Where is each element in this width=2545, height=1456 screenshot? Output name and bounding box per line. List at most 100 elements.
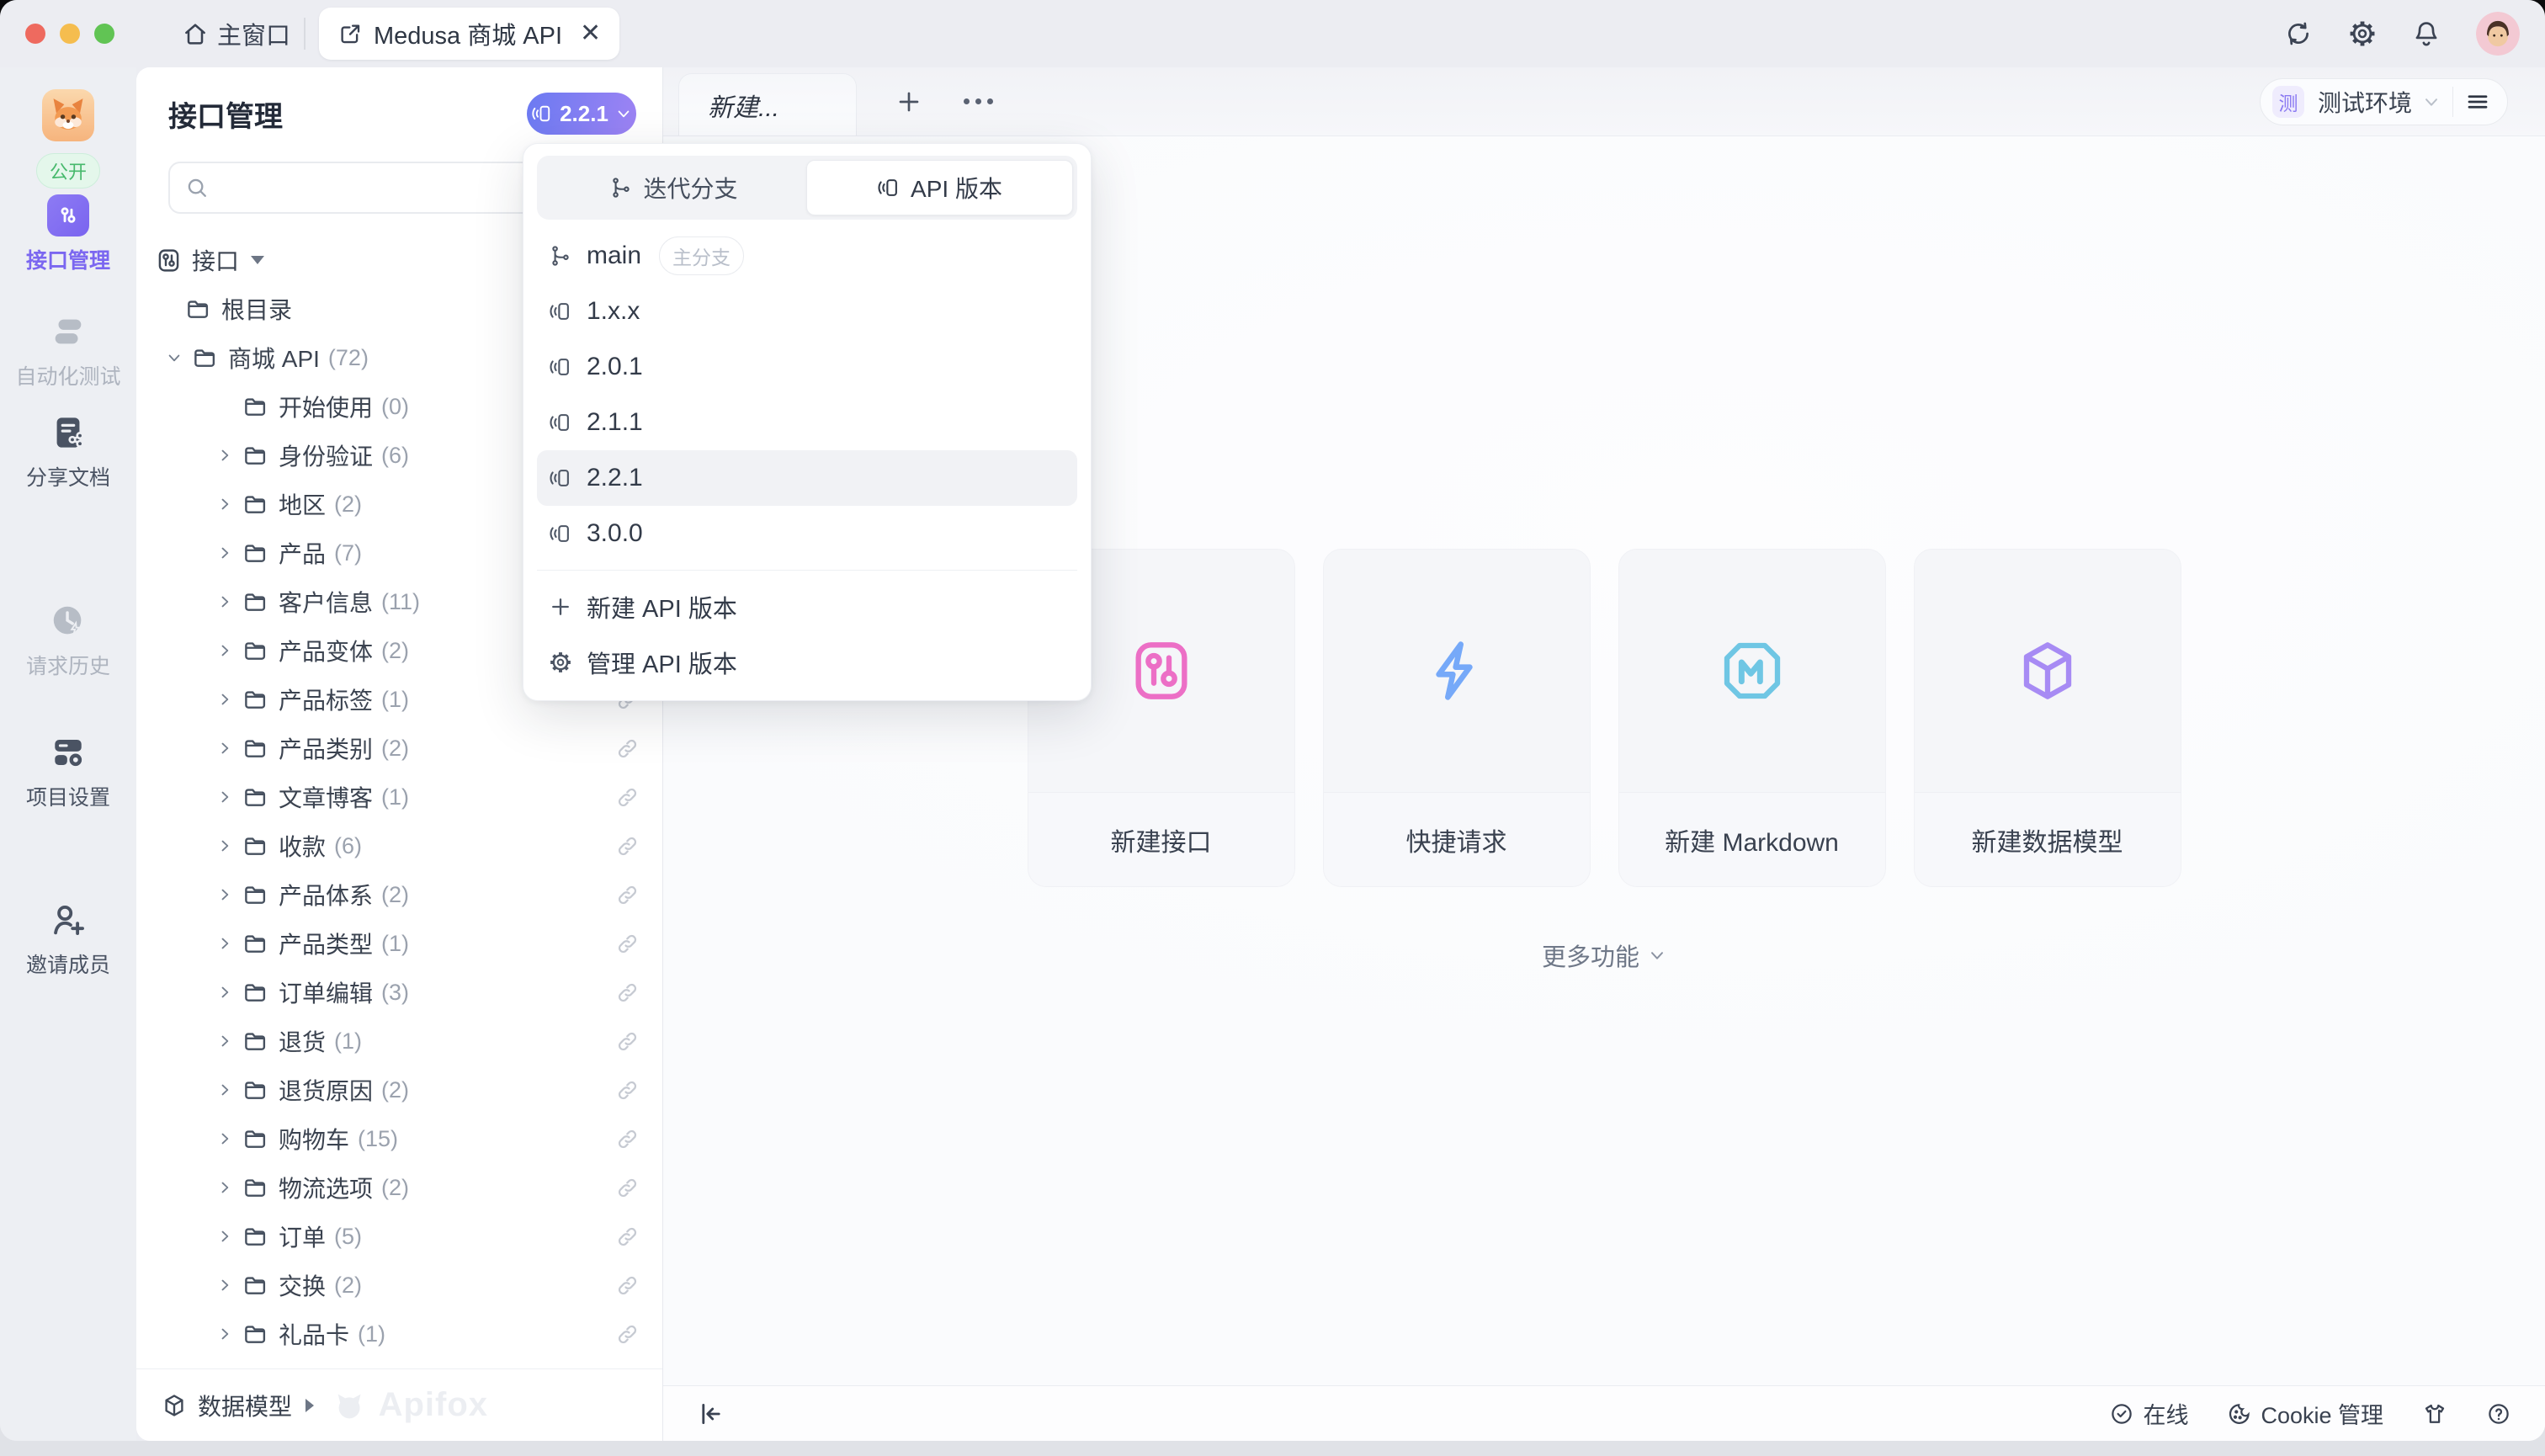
tree-folder[interactable]: 物流选项 (2) — [136, 1163, 662, 1212]
chevron-right-icon[interactable] — [212, 1033, 237, 1049]
link-icon[interactable] — [616, 737, 639, 760]
chevron-right-icon[interactable] — [212, 1081, 237, 1098]
link-icon[interactable] — [616, 1177, 639, 1199]
tab-main-window[interactable]: 主窗口 — [182, 16, 290, 51]
link-icon[interactable] — [616, 933, 639, 955]
folder-icon — [242, 394, 268, 419]
chevron-right-icon[interactable] — [212, 691, 237, 708]
version-item[interactable]: 3.0.0 — [537, 506, 1077, 561]
chevron-right-icon[interactable] — [212, 886, 237, 903]
caret-down-icon — [251, 256, 264, 264]
tree-folder[interactable]: 产品类别 (2) — [136, 724, 662, 773]
chevron-right-icon[interactable] — [212, 447, 237, 464]
link-icon[interactable] — [616, 1030, 639, 1053]
link-icon[interactable] — [616, 786, 639, 809]
cube-icon — [162, 1393, 187, 1418]
link-icon[interactable] — [616, 1225, 639, 1248]
chevron-right-icon[interactable] — [212, 545, 237, 561]
link-icon[interactable] — [616, 1128, 639, 1150]
gear-icon[interactable] — [2348, 19, 2377, 48]
link-icon[interactable] — [616, 1274, 639, 1297]
sidebar-item-invite-members[interactable]: 邀请成员 — [0, 898, 136, 979]
chevron-right-icon[interactable] — [212, 1277, 237, 1294]
version-item[interactable]: 2.0.1 — [537, 339, 1077, 395]
sidebar-item-request-history[interactable]: 请求历史 — [0, 599, 136, 680]
home-icon — [182, 20, 209, 47]
version-item[interactable]: 2.1.1 — [537, 395, 1077, 450]
environment-selector[interactable]: 测 测试环境 — [2260, 78, 2508, 125]
collapse-sidebar-icon[interactable] — [697, 1400, 725, 1428]
chevron-right-icon[interactable] — [212, 1228, 237, 1245]
bell-icon[interactable] — [2412, 19, 2441, 48]
help-button[interactable] — [2486, 1401, 2511, 1427]
version-item-selected[interactable]: 2.2.1 — [537, 450, 1077, 506]
tree-folder[interactable]: 收款 (6) — [136, 821, 662, 870]
sidebar-item-share-docs[interactable]: 分享文档 — [0, 411, 136, 492]
chevron-right-icon[interactable] — [212, 837, 237, 854]
theme-button[interactable] — [2422, 1401, 2447, 1427]
tab-more-button[interactable] — [961, 85, 995, 119]
chevron-right-icon[interactable] — [212, 1179, 237, 1196]
online-status[interactable]: 在线 — [2109, 1397, 2188, 1430]
manage-api-version-button[interactable]: 管理 API 版本 — [537, 635, 1077, 690]
env-menu-button[interactable] — [2453, 89, 2502, 114]
tree-folder[interactable]: 文章博客 (1) — [136, 773, 662, 821]
tab-strip: 新建... 测 测试环境 — [663, 67, 2545, 136]
close-window-button[interactable] — [25, 24, 45, 44]
chevron-right-icon[interactable] — [212, 935, 237, 952]
tab-project-medusa[interactable]: Medusa 商城 API ✕ — [319, 8, 619, 60]
sidebar-item-label: 邀请成员 — [26, 949, 110, 979]
sidebar-item-api-management[interactable]: 接口管理 — [0, 194, 136, 274]
tree-folder[interactable]: 退货 (1) — [136, 1017, 662, 1065]
folder-icon — [242, 1175, 268, 1200]
avatar[interactable] — [2476, 12, 2520, 56]
chevron-right-icon[interactable] — [212, 1326, 237, 1342]
minimize-window-button[interactable] — [60, 24, 80, 44]
version-item[interactable]: 1.x.x — [537, 284, 1077, 339]
refresh-icon[interactable] — [2284, 19, 2313, 48]
link-icon[interactable] — [616, 981, 639, 1004]
chevron-right-icon[interactable] — [212, 984, 237, 1001]
chevron-right-icon[interactable] — [212, 496, 237, 513]
tree-folder[interactable]: 产品体系 (2) — [136, 870, 662, 919]
card-new-markdown[interactable]: 新建 Markdown — [1618, 549, 1886, 887]
branch-item-main[interactable]: main 主分支 — [537, 228, 1077, 284]
link-icon[interactable] — [616, 884, 639, 906]
new-api-version-button[interactable]: 新建 API 版本 — [537, 579, 1077, 635]
divider — [537, 570, 1077, 571]
sidebar-item-automated-testing[interactable]: 自动化测试 — [0, 310, 136, 391]
tab-new-unsaved[interactable]: 新建... — [678, 73, 857, 136]
card-quick-request[interactable]: 快捷请求 — [1323, 549, 1591, 887]
cookie-manager-button[interactable]: Cookie 管理 — [2227, 1397, 2383, 1430]
chevron-right-icon[interactable] — [212, 740, 237, 757]
tab-iteration-branch[interactable]: 迭代分支 — [541, 160, 806, 215]
chevron-right-icon[interactable] — [212, 642, 237, 659]
tree-folder[interactable]: 产品类型 (1) — [136, 919, 662, 968]
chevron-right-icon[interactable] — [212, 789, 237, 805]
icon-rail: 公开 接口管理 自动化测试 分享文档 请求历史 项目设置 邀请成员 — [0, 67, 136, 1441]
link-icon[interactable] — [616, 1323, 639, 1346]
add-tab-button[interactable] — [892, 85, 926, 119]
tree-folder[interactable]: 订单编辑 (3) — [136, 968, 662, 1017]
data-model-section[interactable]: 数据模型 Apifox — [136, 1368, 662, 1441]
close-tab-icon[interactable]: ✕ — [580, 21, 601, 46]
tree-folder[interactable]: 订单 (5) — [136, 1212, 662, 1261]
tree-folder[interactable]: 交换 (2) — [136, 1261, 662, 1310]
sidebar-item-project-settings[interactable]: 项目设置 — [0, 731, 136, 811]
card-new-data-model[interactable]: 新建数据模型 — [1914, 549, 2181, 887]
version-selector-button[interactable]: 2.2.1 — [527, 93, 636, 135]
more-features-button[interactable]: 更多功能 — [663, 938, 2545, 973]
folder-icon — [242, 687, 268, 712]
version-icon — [531, 103, 553, 125]
tree-folder[interactable]: 礼品卡 (1) — [136, 1310, 662, 1358]
tree-folder[interactable]: 退货原因 (2) — [136, 1065, 662, 1114]
tree-folder[interactable]: 购物车 (15) — [136, 1114, 662, 1163]
zoom-window-button[interactable] — [94, 24, 114, 44]
link-icon[interactable] — [616, 1079, 639, 1102]
chevron-right-icon[interactable] — [212, 593, 237, 610]
chevron-expanded-icon[interactable] — [162, 349, 187, 366]
project-logo[interactable] — [42, 89, 94, 141]
tab-api-version[interactable]: API 版本 — [806, 160, 1073, 215]
link-icon[interactable] — [616, 835, 639, 858]
chevron-right-icon[interactable] — [212, 1130, 237, 1147]
